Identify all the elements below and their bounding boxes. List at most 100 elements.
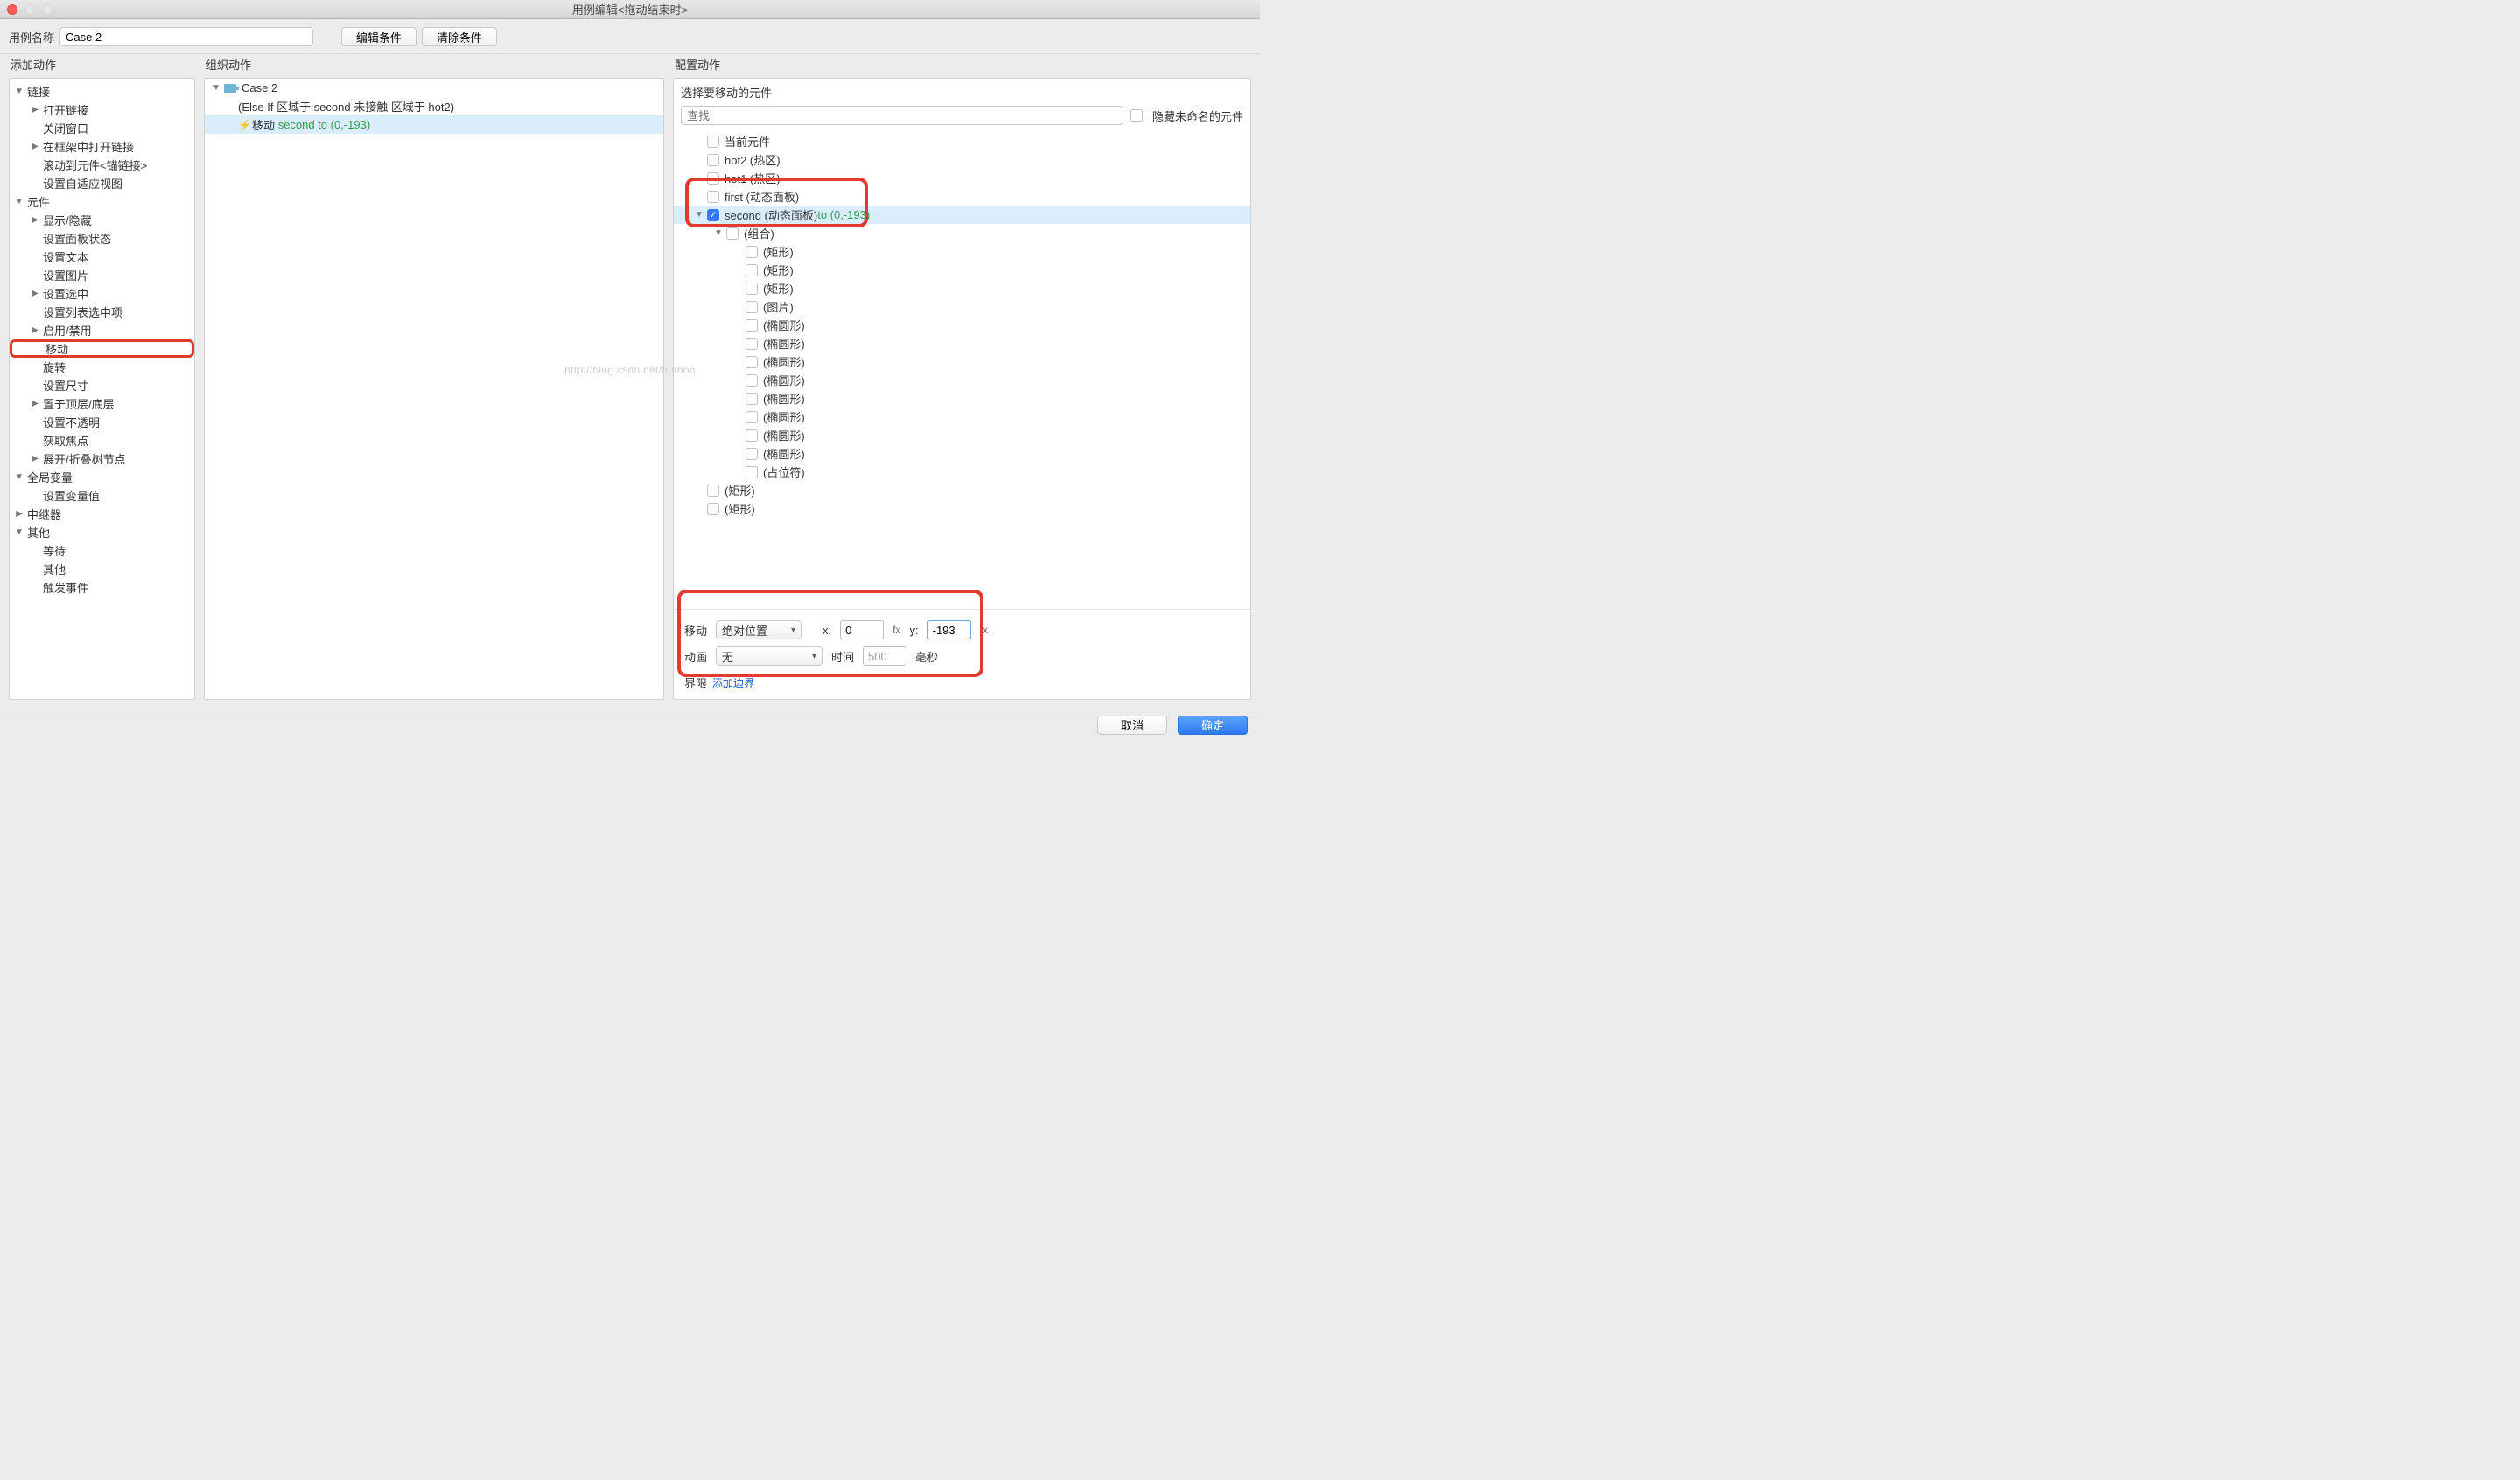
chevron-right-icon[interactable]: ▶ <box>31 326 39 335</box>
chevron-down-icon[interactable]: ▼ <box>714 229 723 238</box>
y-input[interactable] <box>928 620 971 639</box>
case-row[interactable]: ▼ Case 2 <box>205 79 663 97</box>
widget-tree-item[interactable]: first (动态面板) <box>674 187 1250 206</box>
add-bounds-link[interactable]: 添加边界 <box>712 675 754 690</box>
action-tree-item[interactable]: 滚动到元件<锚链接> <box>10 156 194 174</box>
checkbox-icon[interactable] <box>746 356 758 368</box>
checkbox-icon[interactable] <box>746 374 758 387</box>
chevron-right-icon[interactable]: ▶ <box>31 455 39 464</box>
action-tree-item[interactable]: 设置自适应视图 <box>10 174 194 192</box>
checkbox-icon[interactable] <box>746 429 758 442</box>
checkbox-icon[interactable] <box>746 319 758 332</box>
action-tree-item[interactable]: 设置尺寸 <box>10 376 194 394</box>
chevron-right-icon[interactable]: ▶ <box>31 400 39 408</box>
fx-x-button[interactable]: fx <box>892 624 900 636</box>
chevron-right-icon[interactable]: ▶ <box>31 216 39 225</box>
action-tree-item[interactable]: 其他 <box>10 560 194 578</box>
widget-tree-item[interactable]: (矩形) <box>674 279 1250 297</box>
checkbox-icon[interactable] <box>746 466 758 478</box>
search-input[interactable] <box>681 106 1124 125</box>
action-tree-item[interactable]: ▶启用/禁用 <box>10 321 194 339</box>
cancel-button[interactable]: 取消 <box>1097 716 1167 735</box>
action-row-move[interactable]: ⚡ 移动 second to (0,-193) <box>205 115 663 134</box>
widget-tree-item[interactable]: (图片) <box>674 297 1250 316</box>
action-tree-item[interactable]: 设置列表选中项 <box>10 303 194 321</box>
checkbox-icon[interactable]: ✓ <box>707 209 719 221</box>
action-tree-item[interactable]: 触发事件 <box>10 578 194 597</box>
widget-tree-item[interactable]: (椭圆形) <box>674 353 1250 371</box>
checkbox-icon[interactable] <box>746 393 758 405</box>
action-tree-item[interactable]: ▼链接 <box>10 82 194 101</box>
action-tree-item[interactable]: 旋转 <box>10 358 194 376</box>
chevron-down-icon[interactable]: ▼ <box>695 211 704 220</box>
chevron-down-icon[interactable]: ▼ <box>15 87 24 96</box>
action-tree-item[interactable]: 关闭窗口 <box>10 119 194 137</box>
edit-condition-button[interactable]: 编辑条件 <box>341 27 416 46</box>
action-tree-item[interactable]: ▼其他 <box>10 523 194 541</box>
action-tree-item[interactable]: ▶置于顶层/底层 <box>10 394 194 413</box>
chevron-down-icon[interactable]: ▼ <box>15 528 24 537</box>
widget-tree-item[interactable]: ▼(组合) <box>674 224 1250 242</box>
action-tree-item[interactable]: 设置文本 <box>10 248 194 266</box>
checkbox-icon[interactable] <box>707 136 719 148</box>
checkbox-icon[interactable] <box>707 485 719 497</box>
widget-tree-item[interactable]: (矩形) <box>674 261 1250 279</box>
action-tree-item[interactable]: ▶设置选中 <box>10 284 194 303</box>
checkbox-icon[interactable] <box>746 301 758 313</box>
checkbox-icon[interactable] <box>746 338 758 350</box>
action-tree-item[interactable]: 移动 <box>10 339 194 358</box>
action-tree-item[interactable]: 设置变量值 <box>10 486 194 505</box>
action-tree-item[interactable]: ▶显示/隐藏 <box>10 211 194 229</box>
widget-tree-item[interactable]: (椭圆形) <box>674 316 1250 334</box>
checkbox-icon[interactable] <box>707 154 719 166</box>
move-type-select[interactable]: 绝对位置 ▾ <box>716 620 802 639</box>
widget-tree-item[interactable]: (矩形) <box>674 242 1250 261</box>
widget-tree-item[interactable]: (矩形) <box>674 499 1250 518</box>
checkbox-icon[interactable] <box>746 411 758 423</box>
widget-tree-item[interactable]: (椭圆形) <box>674 371 1250 389</box>
fx-y-button[interactable]: fx <box>980 624 988 636</box>
checkbox-icon[interactable] <box>726 227 738 240</box>
hide-unnamed-checkbox[interactable]: 隐藏未命名的元件 <box>1130 108 1243 124</box>
checkbox-icon[interactable] <box>746 448 758 460</box>
checkbox-icon[interactable] <box>707 503 719 515</box>
action-tree-item[interactable]: 设置图片 <box>10 266 194 284</box>
widget-tree-item[interactable]: (椭圆形) <box>674 426 1250 444</box>
chevron-down-icon[interactable]: ▼ <box>15 198 24 206</box>
chevron-right-icon[interactable]: ▶ <box>31 290 39 298</box>
action-tree-item[interactable]: 设置不透明 <box>10 413 194 431</box>
widget-tree-item[interactable]: (椭圆形) <box>674 334 1250 353</box>
chevron-down-icon[interactable]: ▼ <box>212 84 220 93</box>
action-tree-item[interactable]: 等待 <box>10 541 194 560</box>
action-tree-item[interactable]: ▼元件 <box>10 192 194 211</box>
action-tree-item[interactable]: ▶展开/折叠树节点 <box>10 450 194 468</box>
checkbox-icon[interactable] <box>746 283 758 295</box>
widget-tree-item[interactable]: (占位符) <box>674 463 1250 481</box>
widget-tree-item[interactable]: 当前元件 <box>674 132 1250 150</box>
ok-button[interactable]: 确定 <box>1178 716 1248 735</box>
case-name-input[interactable] <box>60 27 313 46</box>
chevron-right-icon[interactable]: ▶ <box>15 510 24 519</box>
widget-tree-item[interactable]: ▼✓second (动态面板) to (0,-193) <box>674 206 1250 224</box>
checkbox-icon[interactable] <box>746 264 758 276</box>
widget-tree-item[interactable]: (矩形) <box>674 481 1250 499</box>
widget-tree-item[interactable]: (椭圆形) <box>674 389 1250 408</box>
action-tree-item[interactable]: ▶在框架中打开链接 <box>10 137 194 156</box>
x-input[interactable] <box>840 620 884 639</box>
action-tree-item[interactable]: 获取焦点 <box>10 431 194 450</box>
checkbox-icon[interactable] <box>707 172 719 185</box>
widget-tree-item[interactable]: (椭圆形) <box>674 444 1250 463</box>
widget-tree-item[interactable]: hot2 (热区) <box>674 150 1250 169</box>
animation-select[interactable]: 无 ▾ <box>716 646 822 666</box>
widget-tree-item[interactable]: hot1 (热区) <box>674 169 1250 187</box>
chevron-right-icon[interactable]: ▶ <box>31 143 39 151</box>
checkbox-icon[interactable] <box>1130 109 1143 122</box>
clear-condition-button[interactable]: 清除条件 <box>422 27 497 46</box>
chevron-down-icon[interactable]: ▼ <box>15 473 24 482</box>
action-tree-item[interactable]: ▼全局变量 <box>10 468 194 486</box>
action-tree-item[interactable]: ▶中继器 <box>10 505 194 523</box>
action-tree-item[interactable]: ▶打开链接 <box>10 101 194 119</box>
widget-tree-item[interactable]: (椭圆形) <box>674 408 1250 426</box>
chevron-right-icon[interactable]: ▶ <box>31 106 39 115</box>
checkbox-icon[interactable] <box>707 191 719 203</box>
